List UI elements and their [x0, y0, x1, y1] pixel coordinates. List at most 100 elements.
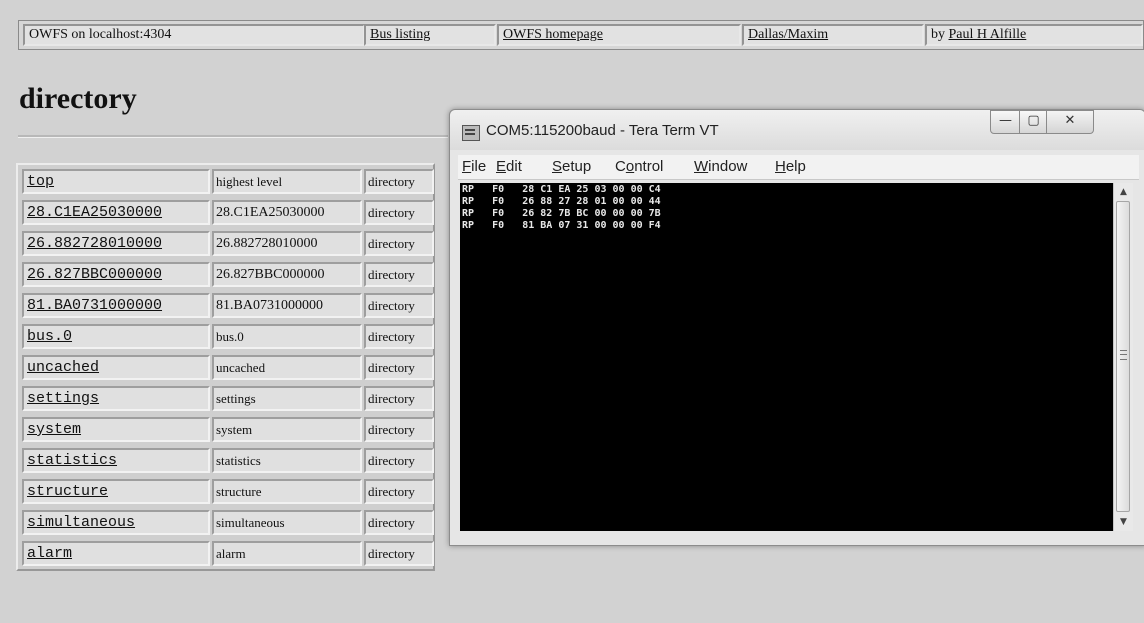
row-name-link[interactable]: 26.882728010000: [27, 235, 162, 252]
menu-edit-accel: E: [496, 158, 507, 175]
menu-setup[interactable]: Setup: [552, 158, 591, 175]
owfs-homepage-cell[interactable]: OWFS homepage: [497, 24, 741, 46]
row-name-cell[interactable]: 26.827BBC000000: [22, 262, 210, 287]
row-desc-cell: alarm: [212, 541, 362, 566]
bus-listing-link[interactable]: Bus listing: [370, 27, 430, 42]
row-name-link[interactable]: top: [27, 173, 54, 190]
dallas-maxim-cell[interactable]: Dallas/Maxim: [742, 24, 924, 46]
owfs-top-bar: OWFS on localhost:4304 Bus listing OWFS …: [18, 20, 1144, 50]
row-name-link[interactable]: simultaneous: [27, 514, 135, 531]
tera-term-window: COM5:115200baud - Tera Term VT — ▢ ✕ Fil…: [449, 109, 1144, 546]
row-desc-cell: system: [212, 417, 362, 442]
row-name-cell[interactable]: settings: [22, 386, 210, 411]
minimize-button[interactable]: —: [990, 110, 1021, 134]
row-desc-cell: highest level: [212, 169, 362, 194]
row-name-link[interactable]: system: [27, 421, 81, 438]
menu-control-accel: o: [625, 158, 635, 175]
row-type-cell: directory: [364, 200, 434, 225]
row-name-link[interactable]: uncached: [27, 359, 99, 376]
menu-file[interactable]: File: [462, 158, 486, 175]
row-name-link[interactable]: settings: [27, 390, 99, 407]
row-desc-cell: 26.882728010000: [212, 231, 362, 256]
close-button[interactable]: ✕: [1046, 110, 1094, 134]
menu-setup-accel: S: [552, 158, 563, 175]
row-desc-cell: uncached: [212, 355, 362, 380]
row-type-cell: directory: [364, 386, 434, 411]
row-type-cell: directory: [364, 262, 434, 287]
terminal-line: RP F0 26 82 7B BC 00 00 00 7B: [462, 208, 661, 219]
row-type-cell: directory: [364, 448, 434, 473]
author-link[interactable]: Paul H Alfille: [949, 27, 1027, 42]
row-name-cell[interactable]: bus.0: [22, 324, 210, 349]
row-desc-cell: statistics: [212, 448, 362, 473]
menu-window[interactable]: Window: [694, 158, 747, 175]
menu-control[interactable]: Control: [615, 158, 663, 175]
scrollbar-thumb[interactable]: [1116, 201, 1130, 512]
row-name-cell[interactable]: simultaneous: [22, 510, 210, 535]
menu-help[interactable]: Help: [775, 158, 806, 175]
row-type-cell: directory: [364, 355, 434, 380]
row-type-cell: directory: [364, 324, 434, 349]
title-bar[interactable]: COM5:115200baud - Tera Term VT — ▢ ✕: [450, 110, 1144, 150]
row-name-link[interactable]: 28.C1EA25030000: [27, 204, 162, 221]
terminal-line: RP F0 26 88 27 28 01 00 00 44: [462, 196, 661, 207]
row-name-link[interactable]: bus.0: [27, 328, 72, 345]
menu-file-accel: F: [462, 158, 472, 175]
row-name-link[interactable]: alarm: [27, 545, 72, 562]
title-divider: [18, 135, 448, 138]
row-type-cell: directory: [364, 479, 434, 504]
row-name-link[interactable]: structure: [27, 483, 108, 500]
row-name-cell[interactable]: 28.C1EA25030000: [22, 200, 210, 225]
row-type-cell: directory: [364, 417, 434, 442]
menu-control-rest: ntrol: [634, 158, 664, 175]
row-type-cell: directory: [364, 169, 434, 194]
row-name-cell[interactable]: uncached: [22, 355, 210, 380]
dallas-maxim-link[interactable]: Dallas/Maxim: [748, 27, 828, 42]
menu-edit[interactable]: Edit: [496, 158, 522, 175]
directory-table: top highest level directory 28.C1EA25030…: [16, 163, 435, 571]
menu-window-rest: indow: [708, 158, 748, 175]
window-title: COM5:115200baud - Tera Term VT: [486, 122, 719, 139]
menu-file-rest: ile: [471, 158, 487, 175]
maximize-button[interactable]: ▢: [1019, 110, 1048, 134]
row-name-cell[interactable]: top: [22, 169, 210, 194]
scroll-down-arrow-icon[interactable]: ▼: [1114, 513, 1133, 531]
menu-help-rest: elp: [785, 158, 806, 175]
menu-window-accel: W: [694, 158, 709, 175]
row-desc-cell: simultaneous: [212, 510, 362, 535]
bus-listing-cell[interactable]: Bus listing: [364, 24, 496, 46]
menu-control-pre: C: [615, 158, 626, 175]
row-name-link[interactable]: 26.827BBC000000: [27, 266, 162, 283]
menu-edit-rest: dit: [506, 158, 522, 175]
scroll-up-arrow-icon[interactable]: ▲: [1114, 183, 1133, 201]
author-cell: by Paul H Alfille: [925, 24, 1143, 46]
row-name-cell[interactable]: alarm: [22, 541, 210, 566]
row-type-cell: directory: [364, 510, 434, 535]
menu-bar: File Edit Setup Control Window Help: [458, 155, 1139, 180]
row-type-cell: directory: [364, 541, 434, 566]
page-title: directory: [19, 82, 137, 115]
server-label: OWFS on localhost:4304: [29, 27, 172, 42]
tera-term-icon[interactable]: [462, 125, 480, 141]
row-type-cell: directory: [364, 293, 434, 318]
vertical-scrollbar[interactable]: ▲ ▼: [1113, 183, 1133, 531]
row-name-cell[interactable]: structure: [22, 479, 210, 504]
row-desc-cell: 81.BA0731000000: [212, 293, 362, 318]
row-name-cell[interactable]: system: [22, 417, 210, 442]
row-name-cell[interactable]: 26.882728010000: [22, 231, 210, 256]
menu-setup-rest: etup: [562, 158, 592, 175]
row-name-link[interactable]: statistics: [27, 452, 117, 469]
menu-help-accel: H: [775, 158, 786, 175]
row-name-cell[interactable]: 81.BA0731000000: [22, 293, 210, 318]
grip-icon: [1120, 350, 1127, 360]
author-prefix: by: [931, 27, 949, 42]
terminal-screen[interactable]: RP F0 28 C1 EA 25 03 00 00 C4 RP F0 26 8…: [460, 183, 1113, 531]
owfs-homepage-link[interactable]: OWFS homepage: [503, 27, 603, 42]
row-desc-cell: structure: [212, 479, 362, 504]
terminal-line: RP F0 81 BA 07 31 00 00 00 F4: [462, 220, 661, 231]
row-desc-cell: bus.0: [212, 324, 362, 349]
row-name-link[interactable]: 81.BA0731000000: [27, 297, 162, 314]
server-label-cell: OWFS on localhost:4304: [23, 24, 365, 46]
terminal-line: RP F0 28 C1 EA 25 03 00 00 C4: [462, 184, 661, 195]
row-name-cell[interactable]: statistics: [22, 448, 210, 473]
